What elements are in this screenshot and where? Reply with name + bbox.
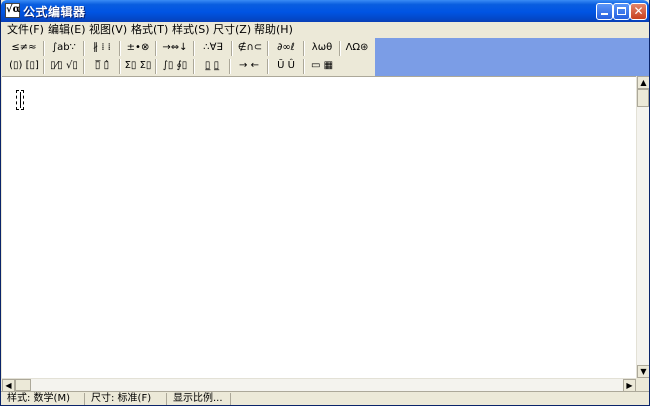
embellishments-button[interactable]: ∦ ⁞ ⁞	[87, 40, 117, 56]
toolbar-separator	[43, 59, 45, 74]
toolbar-separator	[303, 41, 305, 56]
operator-symbols-button[interactable]: ±•⊗	[123, 40, 153, 56]
product-set-theory-templates-button[interactable]: Ū Û	[271, 58, 301, 74]
scrollbar-corner	[636, 378, 649, 391]
arrow-symbols-button[interactable]: →⇔↓	[159, 40, 191, 56]
minimize-icon	[601, 13, 608, 15]
menu-style[interactable]: 样式(S)	[172, 23, 210, 37]
relational-symbols-button[interactable]: ≤≠≈	[7, 40, 41, 56]
greek-lowercase-button[interactable]: λωθ	[307, 40, 337, 56]
menu-help[interactable]: 帮助(H)	[254, 23, 293, 37]
horizontal-scrollbar[interactable]: ◀ ▶	[2, 378, 636, 392]
status-size[interactable]: 尺寸: 标准(F)	[87, 393, 167, 405]
labeled-arrow-templates-button[interactable]: → ←	[233, 58, 265, 74]
toolbar-separator	[267, 41, 269, 56]
subscript-superscript-templates-button[interactable]: ▯̅ ▯̂	[87, 58, 117, 74]
toolbar-separator	[193, 59, 195, 74]
menu-bar: 文件(F) 编辑(E) 视图(V) 格式(T) 样式(S) 尺寸(Z) 帮助(H…	[1, 22, 649, 38]
menu-file[interactable]: 文件(F)	[7, 23, 44, 37]
toolbar-separator	[83, 59, 85, 74]
matrix-templates-button[interactable]: ▭ ▦	[307, 58, 337, 74]
close-icon: ✕	[633, 4, 644, 18]
menu-edit[interactable]: 编辑(E)	[48, 23, 86, 37]
menu-size[interactable]: 尺寸(Z)	[213, 23, 251, 37]
toolbar-separator	[267, 59, 269, 74]
fraction-radical-templates-button[interactable]: ▯⁄▯ √▯	[47, 58, 81, 74]
menu-format[interactable]: 格式(T)	[131, 23, 168, 37]
close-button[interactable]: ✕	[630, 3, 647, 20]
maximize-icon	[617, 7, 626, 15]
summation-templates-button[interactable]: Σ▯ Σ▯	[123, 58, 153, 74]
toolbar-separator	[303, 59, 305, 74]
minimize-button[interactable]	[596, 3, 613, 20]
toolbar-separator	[83, 41, 85, 56]
integral-templates-button[interactable]: ∫▯ ∮▯	[159, 58, 191, 74]
horizontal-scroll-thumb[interactable]	[15, 379, 31, 391]
logical-symbols-button[interactable]: ∴∀∃	[197, 40, 229, 56]
scroll-down-button[interactable]: ▼	[637, 365, 649, 378]
app-icon: √α	[5, 3, 20, 18]
scroll-up-button[interactable]: ▲	[637, 76, 649, 89]
toolbar-separator	[155, 41, 157, 56]
vertical-scroll-thumb[interactable]	[637, 89, 649, 107]
underbar-overbar-templates-button[interactable]: ▯̲ ▯̲	[197, 58, 227, 74]
toolbar-separator	[155, 59, 157, 74]
greek-uppercase-button[interactable]: ΛΩ⊛	[341, 40, 373, 56]
maximize-button[interactable]	[613, 3, 630, 20]
set-theory-symbols-button[interactable]: ∉∩⊂	[235, 40, 265, 56]
toolbar-separator	[119, 59, 121, 74]
toolbar-separator	[119, 41, 121, 56]
toolbar-separator	[229, 59, 231, 74]
title-bar[interactable]: √α 公式编辑器 ✕	[1, 0, 649, 22]
toolbar-empty-area	[375, 38, 649, 76]
toolbar-separator	[193, 41, 195, 56]
menu-view[interactable]: 视图(V)	[89, 23, 127, 37]
window-title: 公式编辑器	[23, 5, 86, 19]
equation-toolbar: ≤≠≈ ∫ab∵ ∦ ⁞ ⁞ ±•⊗ →⇔↓ ∴∀∃ ∉∩⊂ ∂∞ℓ λωθ Λ…	[1, 38, 649, 76]
equation-editor-window: √α 公式编辑器 ✕ 文件(F) 编辑(E) 视图(V) 格式(T) 样式(S)…	[0, 0, 650, 406]
equation-editing-area[interactable]	[2, 76, 636, 378]
status-style[interactable]: 样式: 数学(M)	[3, 393, 85, 405]
status-zoom[interactable]: 显示比例...	[169, 393, 231, 405]
status-bar: 样式: 数学(M) 尺寸: 标准(F) 显示比例...	[1, 391, 649, 405]
insertion-caret	[20, 92, 21, 108]
toolbar-separator	[231, 41, 233, 56]
spaces-ellipses-button[interactable]: ∫ab∵	[47, 40, 81, 56]
vertical-scrollbar[interactable]: ▲ ▼	[636, 76, 649, 378]
fence-templates-button[interactable]: (▯) [▯]	[7, 58, 41, 74]
toolbar-separator	[43, 41, 45, 56]
misc-symbols-button[interactable]: ∂∞ℓ	[271, 40, 301, 56]
